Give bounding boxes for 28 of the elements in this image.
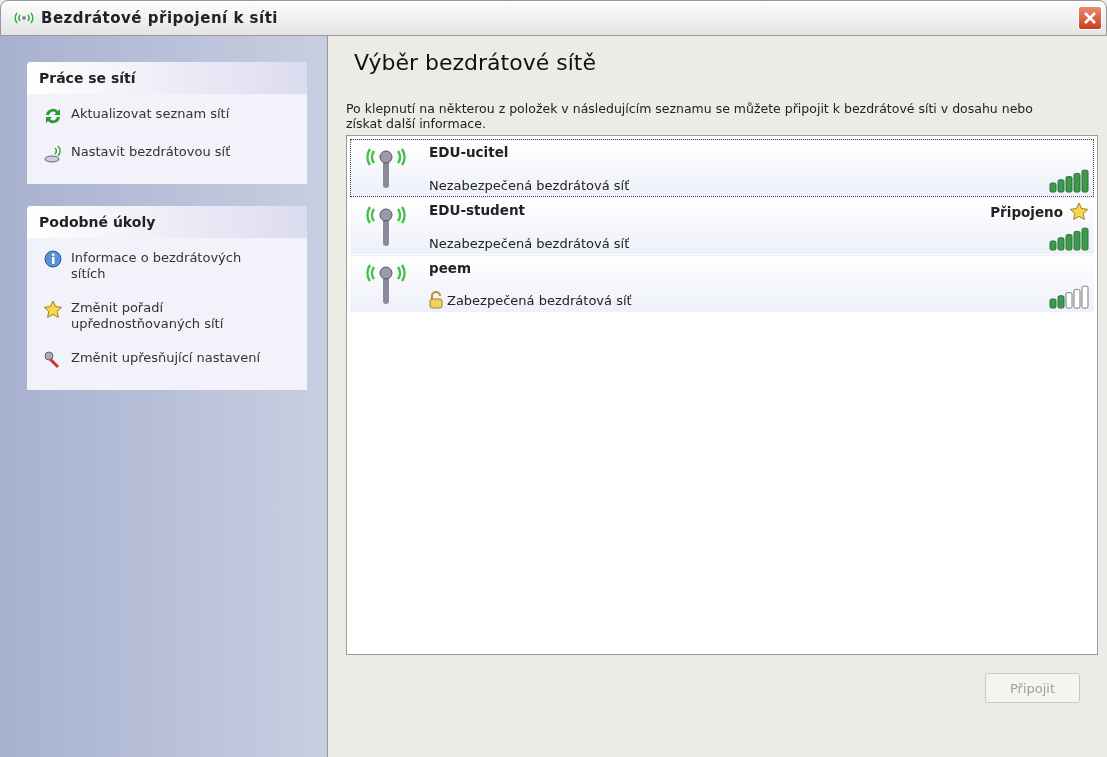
network-name: EDU-student [429, 202, 526, 218]
task-link[interactable]: Změnit pořadí upřednostňovaných sítí [71, 300, 261, 332]
task-link[interactable]: Informace o bezdrátových sítích [71, 250, 261, 282]
page-title: Výběr bezdrátové sítě [354, 50, 597, 75]
network-item[interactable]: peem Zabezpečená bezdrátová síť [350, 255, 1094, 313]
task-link[interactable]: Změnit upřesňující nastavení [71, 350, 261, 366]
network-name: peem [429, 260, 473, 276]
star-icon [43, 300, 63, 320]
task-link[interactable]: Aktualizovat seznam sítí [71, 106, 230, 122]
network-item[interactable]: EDU-student Nezabezpečená bezdrátová síť Připojeno [350, 197, 1094, 255]
network-name: EDU-ucitel [429, 144, 510, 160]
window-title: Bezdrátové připojení k síti [41, 9, 279, 27]
refresh-icon [43, 106, 63, 126]
task-link[interactable]: Nastavit bezdrátovou síť [71, 144, 231, 160]
connection-status: Připojeno [990, 204, 1063, 220]
network-item[interactable]: EDU-ucitel Nezabezpečená bezdrátová síť [350, 139, 1094, 197]
wireless-icon [13, 11, 35, 25]
panel-title: Podobné úkoly [27, 206, 307, 238]
description-text: Po klepnutí na některou z položek v následujícím seznamu se můžete připojit k bezdrátové síti v dosahu nebo získat další informace. [346, 101, 1034, 131]
security-label: Nezabezpečená bezdrátová síť [429, 178, 630, 193]
info-icon [43, 250, 63, 270]
security-label: Nezabezpečená bezdrátová síť [429, 236, 630, 251]
security-label: Zabezpečená bezdrátová síť [447, 292, 632, 308]
wireless-setup-icon [43, 144, 63, 164]
favorite-star-icon [1069, 202, 1089, 222]
close-icon [1083, 11, 1097, 25]
panel-title: Práce se sítí [27, 62, 307, 94]
close-button[interactable] [1078, 6, 1102, 30]
